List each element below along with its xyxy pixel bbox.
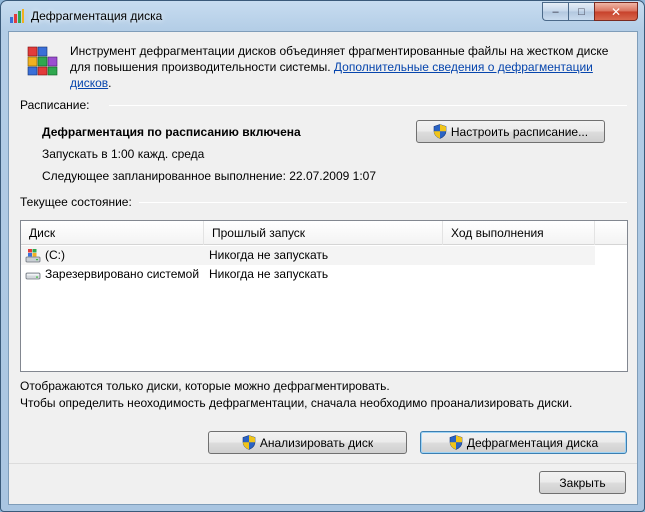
analyze-disk-label: Анализировать диск [259,435,374,450]
disk-row-reserved[interactable]: Зарезервировано системой Никогда не запу… [21,265,595,284]
disk-list-header: Диск Прошлый запуск Ход выполнения [21,221,627,245]
status-group-label: Текущее состояние: [20,195,132,209]
uac-shield-icon [242,435,256,450]
column-last-run[interactable]: Прошлый запуск [204,221,443,245]
disk-list[interactable]: Диск Прошлый запуск Ход выполнения (C:) … [20,220,628,372]
window-title: Дефрагментация диска [31,9,163,23]
title-bar[interactable]: Дефрагментация диска – □ ✕ [1,1,644,31]
defrag-app-icon [10,9,24,23]
dialog-content: Инструмент дефрагментации дисков объедин… [8,31,638,505]
analyze-disk-button[interactable]: Анализировать диск [208,431,407,454]
schedule-status-title: Дефрагментация по расписанию включена [42,125,301,139]
schedule-group-label: Расписание: [20,98,90,112]
configure-schedule-button[interactable]: Настроить расписание... [416,120,605,143]
disk-name: Зарезервировано системой [45,267,200,281]
defrag-large-icon [27,46,58,76]
schedule-group-divider [109,105,627,106]
uac-shield-icon [433,124,447,139]
hard-drive-icon [25,272,41,280]
defrag-window: Дефрагментация диска – □ ✕ Инструмент де… [0,0,645,512]
intro-tail: . [108,76,112,90]
close-button[interactable]: Закрыть [539,471,626,494]
disk-name: (C:) [45,248,65,262]
column-disk[interactable]: Диск [21,221,204,245]
uac-shield-icon [449,435,463,450]
disk-row-c[interactable]: (C:) Никогда не запускать [21,246,595,265]
configure-schedule-label: Настроить расписание... [450,124,589,139]
analyze-hint-note: Чтобы определить неоходимость дефрагмент… [20,396,573,410]
caption-buttons: – □ ✕ [542,2,638,21]
eligible-disks-note: Отображаются только диски, которые можно… [20,379,390,393]
close-window-button[interactable]: ✕ [594,2,638,21]
disk-last-run: Никогда не запускать [209,267,329,281]
defragment-disk-label: Дефрагментация диска [466,435,599,450]
schedule-next-run: Следующее запланированное выполнение: 22… [42,169,377,183]
maximize-button[interactable]: □ [568,2,594,21]
intro-text: Инструмент дефрагментации дисков объедин… [70,43,630,91]
disk-last-run: Никогда не запускать [209,248,329,262]
schedule-run-time: Запускать в 1:00 кажд. среда [42,147,205,161]
defragment-disk-button[interactable]: Дефрагментация диска [420,431,627,454]
status-group-divider [139,202,627,203]
minimize-button[interactable]: – [542,2,568,21]
footer-divider [9,463,637,464]
windows-drive-icon [25,249,41,263]
column-progress[interactable]: Ход выполнения [443,221,595,245]
